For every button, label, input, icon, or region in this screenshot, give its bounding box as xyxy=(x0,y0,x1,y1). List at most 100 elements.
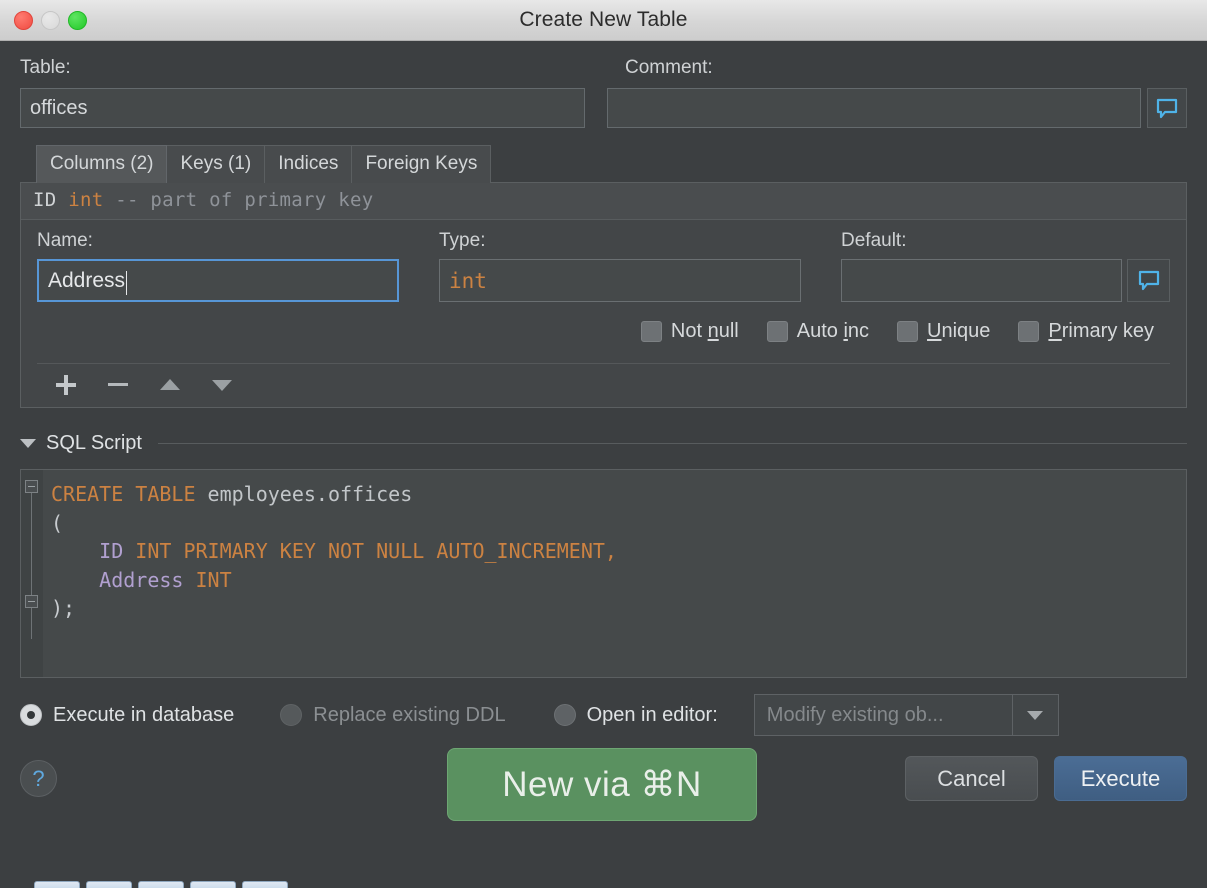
column-default-input[interactable] xyxy=(841,259,1122,302)
sql-script-section-header[interactable]: SQL Script xyxy=(20,432,1187,455)
tab-indices[interactable]: Indices xyxy=(264,145,352,183)
dialog-footer: ? New via ⌘N Cancel Execute xyxy=(20,756,1187,801)
comment-input[interactable] xyxy=(607,88,1141,128)
editor-target-dropdown-button[interactable] xyxy=(1012,695,1058,735)
dock-icon[interactable] xyxy=(34,881,80,888)
radio-execute-in-database[interactable]: Execute in database xyxy=(20,704,234,727)
label-post: nique xyxy=(941,320,990,342)
sql-token: CREATE TABLE xyxy=(51,482,208,506)
label-post: nc xyxy=(848,320,869,342)
comment-bubble-icon-button[interactable] xyxy=(1147,88,1187,128)
label-mnemonic: U xyxy=(927,320,941,342)
radio-replace-existing-ddl[interactable]: Replace existing DDL xyxy=(280,704,505,727)
radio-button[interactable] xyxy=(20,704,42,726)
radio-button[interactable] xyxy=(554,704,576,726)
help-button[interactable]: ? xyxy=(20,760,57,797)
new-via-shortcut-callout: New via ⌘N xyxy=(447,748,757,821)
column-row-name: ID xyxy=(33,189,56,211)
tab-keys[interactable]: Keys (1) xyxy=(166,145,265,183)
sql-line: Address INT xyxy=(51,566,1186,595)
column-flag-checkboxes: Not null Auto inc Unique Primary key xyxy=(37,302,1170,343)
comment-field-group xyxy=(585,88,1187,128)
editor-target-select[interactable]: Modify existing ob... xyxy=(754,694,1059,736)
column-editor-panel: ID int -- part of primary key Name: Type… xyxy=(20,182,1187,408)
cancel-button[interactable]: Cancel xyxy=(905,756,1038,801)
column-row-comment: -- part of primary key xyxy=(115,189,373,211)
sql-token xyxy=(51,539,99,563)
column-list-row[interactable]: ID int -- part of primary key xyxy=(21,183,1186,220)
sql-token: ( xyxy=(51,511,63,535)
table-name-input[interactable]: offices xyxy=(20,88,585,128)
label-mnemonic: P xyxy=(1048,320,1061,342)
create-new-table-dialog: Create New Table Table: Comment: offices… xyxy=(0,0,1207,888)
code-fold-end-marker[interactable] xyxy=(25,595,38,608)
radio-button[interactable] xyxy=(280,704,302,726)
sql-script-editor[interactable]: CREATE TABLE employees.offices( ID INT P… xyxy=(20,469,1187,678)
minimize-window-button[interactable] xyxy=(41,11,60,30)
table-label: Table: xyxy=(20,57,603,79)
sql-token xyxy=(51,568,99,592)
sql-code[interactable]: CREATE TABLE employees.offices( ID INT P… xyxy=(43,470,1186,677)
radio-open-in-editor[interactable]: Open in editor: xyxy=(554,704,718,727)
column-type-input[interactable]: int xyxy=(439,259,801,302)
code-fold-line xyxy=(31,486,32,639)
default-comment-bubble-icon-button[interactable] xyxy=(1127,259,1170,302)
code-fold-start-marker[interactable] xyxy=(25,480,38,493)
minus-icon xyxy=(105,372,131,398)
sql-token: ); xyxy=(51,596,75,620)
sql-token: INT PRIMARY KEY NOT NULL AUTO_INCREMENT, xyxy=(123,539,617,563)
checkbox-auto-inc[interactable]: Auto inc xyxy=(767,320,869,343)
type-label: Type: xyxy=(439,230,821,252)
execution-options: Execute in database Replace existing DDL… xyxy=(20,694,1187,736)
column-name-input[interactable]: Address xyxy=(37,259,399,302)
label-pre: Not xyxy=(671,320,708,342)
maximize-window-button[interactable] xyxy=(68,11,87,30)
checkbox-primary-key[interactable]: Primary key xyxy=(1018,320,1154,343)
section-divider xyxy=(158,443,1187,444)
sql-token: INT xyxy=(183,568,231,592)
column-name-value: Address xyxy=(48,269,125,293)
text-caret xyxy=(126,271,127,295)
sql-token: employees.offices xyxy=(208,482,413,506)
checkbox-label: Not null xyxy=(671,320,739,343)
comment-label: Comment: xyxy=(603,57,1187,79)
label-pre: Auto xyxy=(797,320,844,342)
checkbox-unique[interactable]: Unique xyxy=(897,320,990,343)
column-toolbar xyxy=(37,363,1170,407)
dock-icon[interactable] xyxy=(190,881,236,888)
chevron-down-icon xyxy=(1027,711,1043,720)
radio-label: Execute in database xyxy=(53,704,234,727)
checkbox-not-null[interactable]: Not null xyxy=(641,320,739,343)
column-row-type: int xyxy=(68,189,103,211)
checkbox-box[interactable] xyxy=(767,321,788,342)
move-up-button[interactable] xyxy=(157,372,183,398)
tab-columns[interactable]: Columns (2) xyxy=(36,145,167,183)
desktop-dock-strip xyxy=(0,878,1207,888)
checkbox-label: Auto inc xyxy=(797,320,869,343)
arrow-up-icon xyxy=(157,372,183,398)
top-labels-row: Table: Comment: xyxy=(20,41,1187,79)
dock-icon[interactable] xyxy=(242,881,288,888)
dock-icon[interactable] xyxy=(138,881,184,888)
move-down-button[interactable] xyxy=(209,372,235,398)
execute-button[interactable]: Execute xyxy=(1054,756,1187,801)
checkbox-box[interactable] xyxy=(641,321,662,342)
radio-label: Open in editor: xyxy=(587,704,718,727)
tab-foreign-keys[interactable]: Foreign Keys xyxy=(351,145,491,183)
top-fields-row: offices xyxy=(20,88,1187,128)
remove-column-button[interactable] xyxy=(105,372,131,398)
checkbox-box[interactable] xyxy=(1018,321,1039,342)
editor-gutter xyxy=(21,470,43,677)
checkbox-label: Unique xyxy=(927,320,990,343)
add-column-button[interactable] xyxy=(53,372,79,398)
dock-icon[interactable] xyxy=(86,881,132,888)
checkbox-box[interactable] xyxy=(897,321,918,342)
sql-line: ); xyxy=(51,594,1186,623)
label-mnemonic: n xyxy=(708,320,719,342)
footer-actions: Cancel Execute xyxy=(905,756,1187,801)
arrow-down-icon xyxy=(209,372,235,398)
sql-token: ID xyxy=(99,539,123,563)
chevron-down-icon[interactable] xyxy=(20,439,36,448)
close-window-button[interactable] xyxy=(14,11,33,30)
sql-line: CREATE TABLE employees.offices xyxy=(51,480,1186,509)
